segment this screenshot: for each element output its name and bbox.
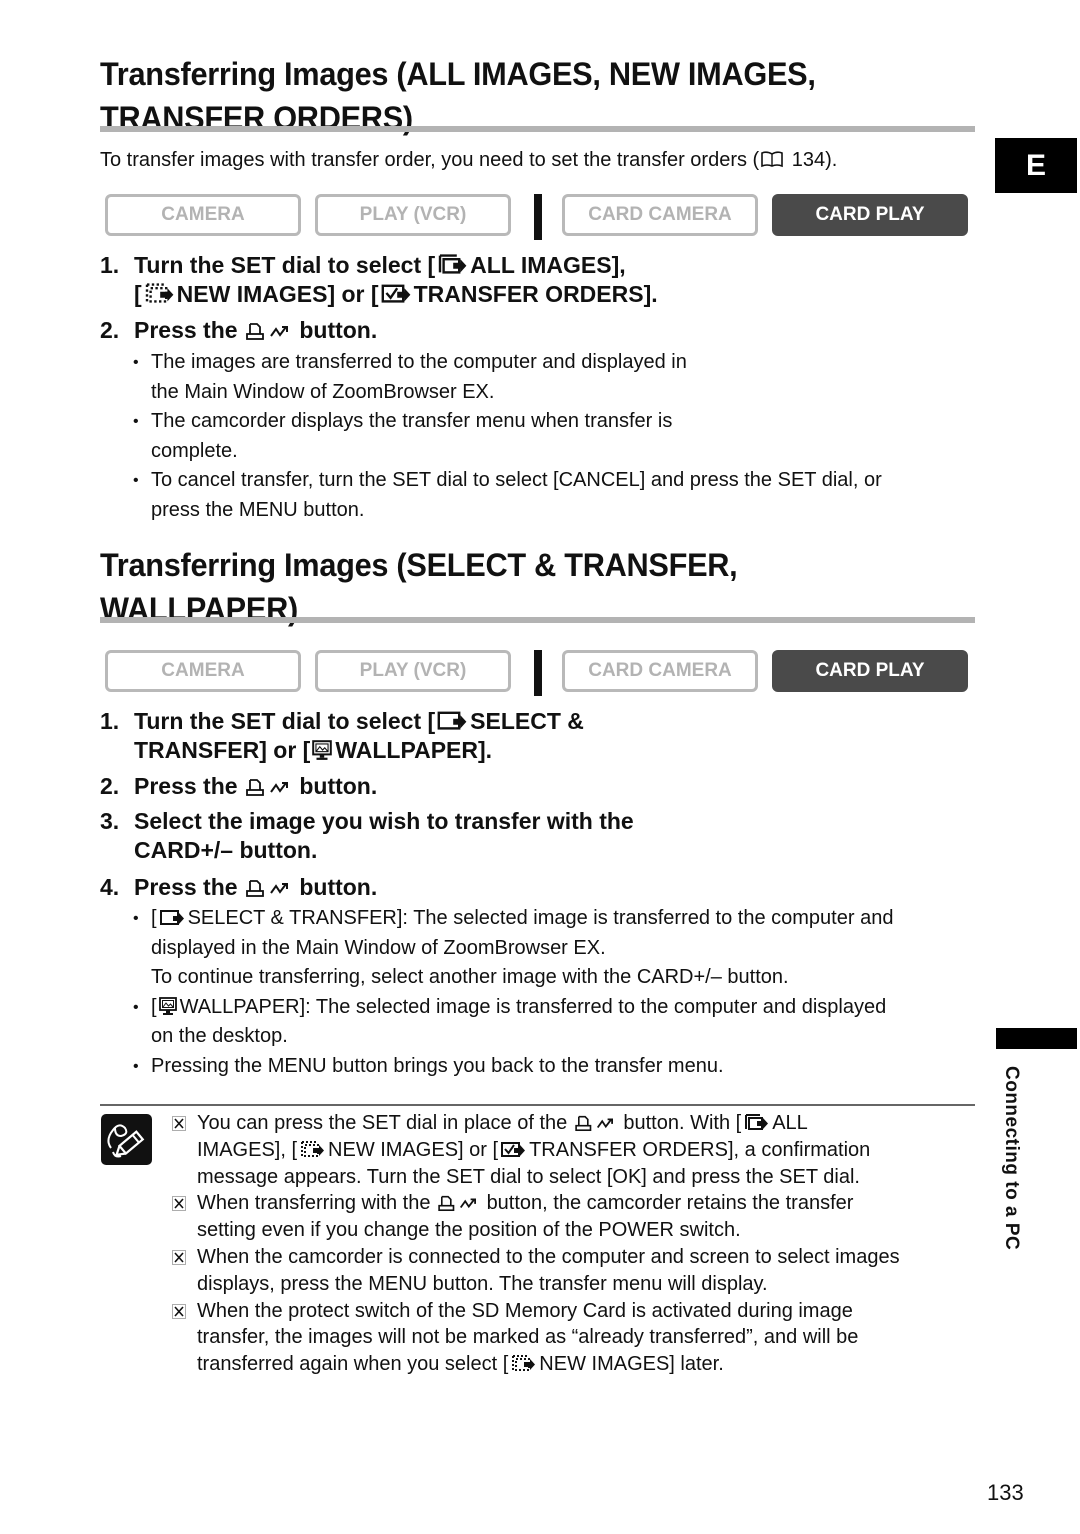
- bullet-item: The camcorder displays the transfer menu…: [133, 407, 882, 466]
- mode-separator: [534, 194, 542, 240]
- section1-step-1: 1. Turn the SET dial to select [ ALL IMAGE…: [100, 251, 658, 309]
- step-text: Turn the SET dial to select [: [134, 252, 436, 278]
- mode-separator: [534, 650, 542, 696]
- chapter-label: Connecting to a PC: [1001, 1066, 1022, 1251]
- step-text: Select the image you wish to transfer wi…: [134, 808, 634, 834]
- step-text: NEW IMAGES] or [: [176, 281, 379, 307]
- section2-step-2: 2. Press the button.: [100, 772, 377, 801]
- note-bullet-icon: [172, 1196, 186, 1211]
- section2-step-3: 3. Select the image you wish to transfer …: [100, 807, 634, 865]
- select-transfer-icon: [158, 907, 186, 927]
- step-text: TRANSFER ORDERS].: [413, 281, 658, 307]
- book-reference-icon: [760, 149, 784, 169]
- note-item: When transferring with the button, the c…: [172, 1190, 977, 1244]
- bullet-item: [WALLPAPER]: The selected image is trans…: [133, 993, 893, 1052]
- section2-step-1: 1. Turn the SET dial to select [SELECT & …: [100, 707, 584, 765]
- step-text: Press the: [134, 317, 238, 343]
- transfer-orders-icon: [380, 281, 412, 305]
- wallpaper-icon: [158, 996, 178, 1016]
- print-share-button-icon: [245, 878, 291, 898]
- step-text: Press the: [134, 773, 238, 799]
- section1-title-line1: Transferring Images (ALL IMAGES, NEW IMA…: [100, 56, 816, 92]
- print-share-button-icon: [574, 1114, 616, 1132]
- note-pencil-icon: [101, 1114, 152, 1165]
- print-share-button-icon: [437, 1194, 479, 1212]
- step-text: WALLPAPER].: [335, 737, 493, 763]
- section1-step-2: 2. Press the button.: [100, 316, 377, 345]
- section2-bullets: [SELECT & TRANSFER]: The selected image …: [133, 904, 893, 1081]
- print-share-button-icon: [245, 777, 291, 797]
- mode-play-vcr: PLAY (VCR): [315, 194, 511, 236]
- mode-play-vcr: PLAY (VCR): [315, 650, 511, 692]
- all-images-icon: [436, 252, 468, 276]
- section2-step-4: 4. Press the button.: [100, 873, 377, 902]
- step-text: [: [134, 281, 142, 307]
- page-number: 133: [987, 1480, 1024, 1505]
- step-number: 3.: [100, 808, 120, 834]
- step-text: button.: [299, 773, 378, 799]
- mode-card-camera: CARD CAMERA: [562, 194, 758, 236]
- print-share-button-icon: [245, 321, 291, 341]
- section1-title-rule: [100, 126, 975, 132]
- new-images-icon: [509, 1353, 537, 1373]
- step-text: button.: [299, 317, 378, 343]
- note-bullet-icon: [172, 1304, 186, 1319]
- note-bullet-icon: [172, 1116, 186, 1131]
- step-number: 1.: [100, 708, 120, 734]
- new-images-icon: [143, 281, 175, 305]
- step-number: 2.: [100, 317, 120, 343]
- transfer-orders-icon: [499, 1139, 527, 1159]
- step-number: 1.: [100, 252, 120, 278]
- step-text: ALL IMAGES],: [470, 252, 626, 278]
- bullet-item: To cancel transfer, turn the SET dial to…: [133, 466, 882, 525]
- note-bullet-icon: [172, 1250, 186, 1265]
- notes-divider: [100, 1104, 975, 1106]
- chapter-marker-bar: [996, 1028, 1077, 1049]
- notes-list: You can press the SET dial in place of t…: [172, 1110, 977, 1378]
- wallpaper-icon: [311, 739, 333, 761]
- section2-title-line2: WALLPAPER): [100, 591, 298, 627]
- bullet-item: Pressing the MENU button brings you back…: [133, 1052, 893, 1082]
- new-images-icon: [298, 1139, 326, 1159]
- select-transfer-icon: [436, 708, 468, 732]
- section1-bullets: The images are transferred to the comput…: [133, 348, 882, 525]
- step-text: TRANSFER] or [: [134, 737, 311, 763]
- step-text: Turn the SET dial to select [: [134, 708, 436, 734]
- section1-intro: To transfer images with transfer order, …: [100, 148, 837, 172]
- step-number: 4.: [100, 874, 120, 900]
- mode-camera: CAMERA: [105, 194, 301, 236]
- section2-mode-bar: CAMERA PLAY (VCR) CARD CAMERA CARD PLAY: [105, 650, 971, 696]
- section1-mode-bar: CAMERA PLAY (VCR) CARD CAMERA CARD PLAY: [105, 194, 971, 240]
- bullet-item: [SELECT & TRANSFER]: The selected image …: [133, 904, 893, 993]
- section2-title-line1: Transferring Images (SELECT & TRANSFER,: [100, 547, 738, 583]
- language-tab: E: [995, 138, 1077, 193]
- mode-card-play-active: CARD PLAY: [772, 650, 968, 692]
- all-images-icon: [742, 1112, 770, 1132]
- bullet-item: The images are transferred to the comput…: [133, 348, 882, 407]
- step-number: 2.: [100, 773, 120, 799]
- mode-camera: CAMERA: [105, 650, 301, 692]
- mode-card-camera: CARD CAMERA: [562, 650, 758, 692]
- mode-card-play-active: CARD PLAY: [772, 194, 968, 236]
- step-text: CARD+/– button.: [134, 837, 318, 863]
- note-item: When the camcorder is connected to the c…: [172, 1244, 977, 1298]
- intro-page-ref: 134).: [791, 149, 838, 171]
- note-item: You can press the SET dial in place of t…: [172, 1110, 977, 1190]
- section1-title-line2: TRANSFER ORDERS): [100, 100, 413, 136]
- intro-text: To transfer images with transfer order, …: [100, 149, 760, 171]
- step-text: SELECT &: [470, 708, 584, 734]
- step-text: Press the: [134, 874, 238, 900]
- section2-title-rule: [100, 617, 975, 623]
- step-text: button.: [299, 874, 378, 900]
- note-item: When the protect switch of the SD Memory…: [172, 1298, 977, 1378]
